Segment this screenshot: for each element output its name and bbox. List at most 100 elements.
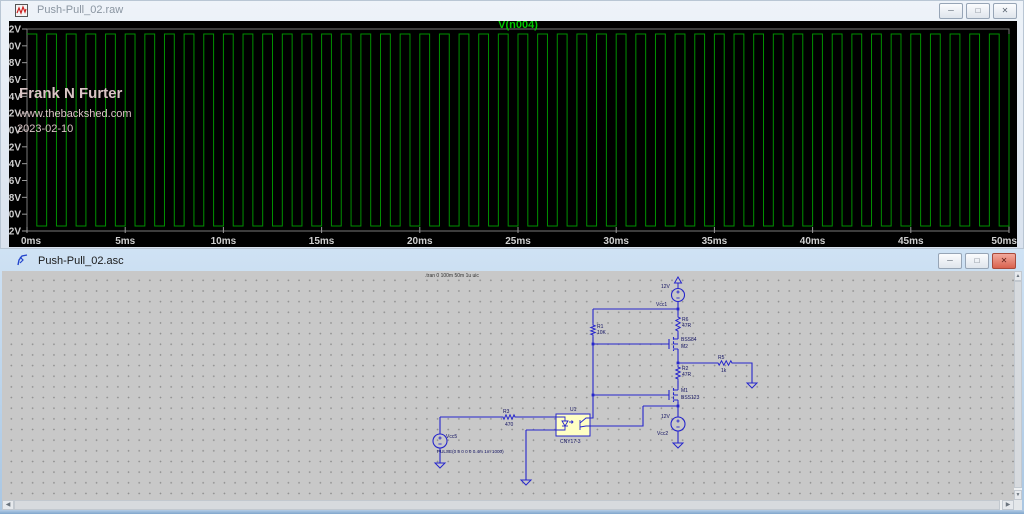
overlay-author: Frank N Furter bbox=[19, 85, 122, 102]
y-tick-label: 12V bbox=[9, 25, 21, 36]
y-tick-label: -4V bbox=[9, 159, 21, 170]
ground-symbol-icon bbox=[673, 443, 683, 448]
waveform-window-title: Push-Pull_02.raw bbox=[37, 4, 123, 16]
vsource-name: Vcc1 bbox=[656, 302, 667, 308]
overlay-date: 2023-02-10 bbox=[17, 123, 73, 135]
waveform-plot-area[interactable]: V(n004)12V10V8V6V4V2V0V-2V-4V-6V-8V-10V-… bbox=[9, 21, 1017, 247]
resistor-R1[interactable]: R110K bbox=[591, 323, 607, 337]
mosfet-M2[interactable]: BSS84M2 bbox=[669, 337, 697, 351]
x-tick-label: 50ms bbox=[991, 236, 1017, 247]
resistor-R5[interactable]: R5 1k bbox=[716, 355, 734, 374]
horizontal-scrollbar[interactable]: ◀ ▶ bbox=[2, 500, 1014, 510]
vsource-Vcc5[interactable]: Vcc5 PULSE(0 5 0 0 0 0.4m 1m 1000) bbox=[433, 434, 504, 454]
resistor-R6[interactable]: R647R bbox=[676, 315, 692, 333]
vsource-value: 12V bbox=[661, 284, 671, 290]
junction-dot bbox=[592, 343, 595, 346]
trace-title: V(n004) bbox=[498, 21, 538, 31]
y-tick-label: -6V bbox=[9, 176, 21, 187]
vsource-Vcc1[interactable]: Vcc1 12V bbox=[656, 277, 685, 308]
up-arrow-flag-icon bbox=[675, 277, 682, 283]
junction-dot bbox=[677, 362, 680, 365]
scroll-down-button[interactable]: ▼ bbox=[1014, 490, 1022, 500]
vsource-name: Vcc2 bbox=[657, 431, 668, 437]
close-button[interactable]: ✕ bbox=[992, 253, 1016, 269]
scroll-right-button[interactable]: ▶ bbox=[1002, 500, 1014, 510]
scroll-up-button[interactable]: ▲ bbox=[1014, 271, 1022, 281]
scrollbar-corner bbox=[1014, 500, 1022, 510]
x-tick-label: 0ms bbox=[21, 236, 41, 247]
vertical-scrollbar[interactable]: ▲ ▼ bbox=[1014, 271, 1022, 500]
vsource-circle[interactable] bbox=[671, 417, 685, 431]
x-tick-label: 30ms bbox=[603, 236, 629, 247]
wire[interactable] bbox=[734, 363, 752, 383]
junction-dot bbox=[677, 405, 680, 408]
y-tick-label: -2V bbox=[9, 142, 21, 153]
window-frame-bottom bbox=[0, 510, 1024, 514]
schematic-titlebar[interactable]: Push-Pull_02.asc ─ □ ✕ bbox=[2, 251, 1022, 271]
waveform-file-icon bbox=[15, 4, 28, 17]
mosfet-label: BSS123 bbox=[681, 395, 700, 401]
ltspice-desktop: { "colors": { "plot_bg": "#000000", "tra… bbox=[0, 0, 1024, 514]
spice-directive: .tran 0 100m 50m 1u uic bbox=[425, 273, 479, 279]
overlay-website: www.thebackshed.com bbox=[19, 108, 132, 120]
minimize-button[interactable]: ─ bbox=[939, 3, 963, 19]
x-tick-label: 35ms bbox=[702, 236, 728, 247]
scroll-left-button[interactable]: ◀ bbox=[2, 500, 14, 510]
vertical-scroll-thumb[interactable] bbox=[1014, 281, 1022, 488]
y-tick-label: -8V bbox=[9, 193, 21, 204]
resistor-body[interactable] bbox=[591, 323, 595, 337]
opto-name: U1 bbox=[570, 407, 577, 413]
schematic-window-title: Push-Pull_02.asc bbox=[38, 255, 124, 267]
resistor-value: 1k bbox=[721, 368, 727, 374]
ground-symbol-icon bbox=[747, 383, 757, 388]
close-button[interactable]: ✕ bbox=[993, 3, 1017, 19]
vsource-value: 12V bbox=[661, 414, 671, 420]
y-tick-label: -10V bbox=[9, 210, 21, 221]
vsource-Vcc2[interactable]: Vcc2 12V bbox=[657, 414, 685, 437]
mosfet-label: BSS84 bbox=[681, 337, 697, 343]
resistor-body[interactable] bbox=[676, 365, 680, 381]
resistor-value: 470 bbox=[505, 422, 514, 428]
x-tick-label: 40ms bbox=[800, 236, 826, 247]
horizontal-scroll-thumb[interactable] bbox=[14, 500, 1000, 510]
ground-symbol-icon bbox=[521, 480, 531, 485]
resistor-value: 10K bbox=[597, 330, 607, 336]
resistor-value: 47R bbox=[682, 372, 692, 378]
waveform-titlebar[interactable]: Push-Pull_02.raw ─ □ ✕ bbox=[1, 1, 1023, 20]
y-tick-label: 8V bbox=[9, 58, 21, 69]
schematic-file-icon bbox=[16, 254, 29, 267]
optocoupler-U1[interactable]: U1 CNY17-3 bbox=[556, 407, 590, 445]
y-tick-label: 10V bbox=[9, 41, 21, 52]
resistor-R2[interactable]: R247R bbox=[676, 365, 692, 381]
trace-vn004[interactable] bbox=[27, 34, 1009, 226]
maximize-button[interactable]: □ bbox=[965, 253, 989, 269]
maximize-button[interactable]: □ bbox=[966, 3, 990, 19]
mosfet-M1[interactable]: M1BSS123 bbox=[669, 388, 700, 402]
resistor-body[interactable] bbox=[501, 415, 517, 419]
mosfet-label: M2 bbox=[681, 344, 688, 350]
resistor-value: 47R bbox=[682, 323, 692, 329]
wire[interactable] bbox=[590, 406, 643, 426]
vsource-value: PULSE(0 5 0 0 0 0.4m 1m 1000) bbox=[437, 449, 504, 454]
resistor-name: R3 bbox=[503, 409, 510, 415]
opto-model: CNY17-3 bbox=[560, 439, 581, 445]
resistor-body[interactable] bbox=[676, 315, 680, 333]
junction-dot bbox=[592, 394, 595, 397]
resistor-R3[interactable]: R3 470 bbox=[501, 409, 517, 428]
x-tick-label: 5ms bbox=[115, 236, 135, 247]
x-tick-label: 15ms bbox=[309, 236, 335, 247]
resistor-body[interactable] bbox=[716, 361, 734, 365]
junction-dot bbox=[677, 308, 680, 311]
waveform-window: Push-Pull_02.raw ─ □ ✕ V(n004)12V10V8V6V… bbox=[0, 0, 1024, 249]
ground-symbol-icon bbox=[435, 463, 445, 468]
x-tick-label: 45ms bbox=[898, 236, 924, 247]
wire[interactable] bbox=[590, 337, 593, 418]
vsource-circle[interactable] bbox=[433, 434, 447, 448]
x-tick-label: 20ms bbox=[407, 236, 433, 247]
vsource-name: Vcc5 bbox=[446, 434, 457, 440]
resistor-name: R5 bbox=[718, 355, 725, 361]
minimize-button[interactable]: ─ bbox=[938, 253, 962, 269]
mosfet-label: M1 bbox=[681, 388, 688, 394]
schematic-canvas[interactable]: .tran 0 100m 50m 1u uic R110K R647R R247R R5… bbox=[2, 271, 1014, 500]
x-tick-label: 10ms bbox=[211, 236, 237, 247]
